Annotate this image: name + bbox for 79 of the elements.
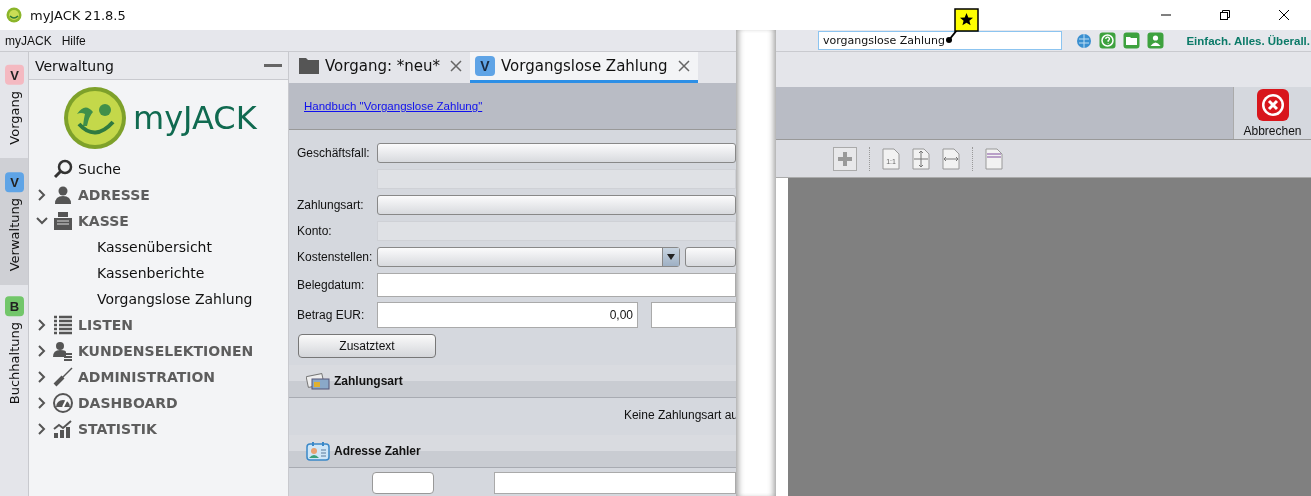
person-icon xyxy=(53,185,73,205)
side-tab[interactable]: Verwaltung V xyxy=(0,158,28,285)
restore-icon[interactable] xyxy=(1219,9,1231,21)
tab-badge: V xyxy=(4,65,24,86)
cancel-button[interactable]: Abbrechen xyxy=(1233,87,1311,139)
document-icon[interactable] xyxy=(985,147,1003,170)
section-header[interactable]: Zahlungsart xyxy=(289,365,736,398)
person-list-icon xyxy=(53,341,73,361)
field-label: Betrag EUR: xyxy=(297,308,366,322)
tree-item[interactable]: Kassenübersicht xyxy=(97,239,212,255)
menu-item[interactable]: myJACK xyxy=(5,33,52,48)
chevron-icon[interactable] xyxy=(36,345,48,357)
tree-item[interactable]: Kassenberichte xyxy=(97,265,205,281)
add-icon[interactable] xyxy=(833,146,857,171)
field-label: Zahlungsart: xyxy=(297,198,365,212)
cancel-icon xyxy=(1255,88,1290,122)
dropdown[interactable] xyxy=(377,143,736,163)
tab-badge: B xyxy=(4,295,24,316)
app-logo-icon xyxy=(6,7,22,23)
tree-item[interactable]: ADRESSE xyxy=(78,187,150,203)
side-tab[interactable]: Vorgang V xyxy=(0,52,28,158)
dropdown[interactable] xyxy=(377,195,736,215)
chevron-icon[interactable] xyxy=(36,423,48,435)
tree-item[interactable]: Suche xyxy=(78,161,121,177)
folder-icon xyxy=(299,58,319,74)
chevron-icon[interactable] xyxy=(36,397,48,409)
list-icon xyxy=(53,315,73,335)
slogan: Einfach. Alles. Überall. xyxy=(1186,34,1310,47)
search-field[interactable]: vorgangslose Zahlung xyxy=(818,31,1062,50)
contact-card-icon xyxy=(306,441,330,461)
chevron-icon[interactable] xyxy=(36,189,48,201)
tree-item[interactable]: STATISTIK xyxy=(78,421,157,437)
fit-width-icon[interactable] xyxy=(942,147,960,170)
panel-title: Verwaltung xyxy=(35,57,114,74)
input-field[interactable] xyxy=(651,302,736,328)
section-header[interactable]: Adresse Zahler xyxy=(289,435,736,468)
field-label: Geschäftsfall: xyxy=(297,146,371,160)
additional-text-button[interactable]: Zusatztext xyxy=(298,334,436,358)
manual-link[interactable]: Handbuch "Vorgangslose Zahlung" xyxy=(304,100,483,112)
cash-register-icon xyxy=(53,211,73,231)
chevron-icon[interactable] xyxy=(36,371,48,383)
gauge-icon xyxy=(53,393,73,413)
annotation-pin-icon xyxy=(946,8,980,44)
globe-icon[interactable] xyxy=(1076,32,1092,49)
folder-icon[interactable] xyxy=(1123,32,1140,49)
side-tab[interactable]: Buchhaltung B xyxy=(0,285,28,415)
tab-badge: V xyxy=(475,56,495,76)
tree-item[interactable]: ADMINISTRATION xyxy=(78,369,216,385)
chevron-icon[interactable] xyxy=(36,319,48,331)
amount-field[interactable]: 0,00 xyxy=(377,302,638,328)
input-field[interactable] xyxy=(377,273,736,297)
field-label: Kostenstellen: xyxy=(297,250,374,264)
logo-icon xyxy=(63,86,127,150)
spinner-field[interactable] xyxy=(372,472,434,494)
user-icon[interactable] xyxy=(1147,32,1164,49)
tree-item[interactable]: KUNDENSELEKTIONEN xyxy=(78,343,254,359)
fit-page-icon[interactable] xyxy=(912,147,930,170)
chevron-icon[interactable] xyxy=(36,215,48,227)
chart-icon xyxy=(53,419,73,439)
tree-item[interactable]: KASSE xyxy=(78,213,129,229)
input-field[interactable] xyxy=(494,472,736,494)
menu-item[interactable]: Hilfe xyxy=(61,33,86,48)
tab-badge: V xyxy=(4,171,24,192)
field-label: Konto: xyxy=(297,224,333,238)
cards-icon xyxy=(306,372,330,390)
dropdown-button[interactable] xyxy=(685,247,736,267)
tree-item[interactable]: LISTEN xyxy=(78,317,134,333)
dropdown-arrow-icon[interactable] xyxy=(666,253,676,261)
tab[interactable]: V Vorgangslose Zahlung xyxy=(470,52,698,83)
logo-text: myJACK xyxy=(133,99,257,137)
screwdriver-icon xyxy=(53,367,73,387)
window-title: myJACK 21.8.5 xyxy=(30,7,126,23)
search-icon xyxy=(53,159,73,179)
help-icon[interactable] xyxy=(1099,32,1116,49)
field-label: Belegdatum: xyxy=(297,278,366,292)
tree-item[interactable]: DASHBOARD xyxy=(78,395,178,411)
tab[interactable]: Vorgang: *neu* xyxy=(294,52,470,83)
tree-item[interactable]: Vorgangslose Zahlung xyxy=(97,291,253,307)
close-icon[interactable] xyxy=(1278,9,1290,21)
